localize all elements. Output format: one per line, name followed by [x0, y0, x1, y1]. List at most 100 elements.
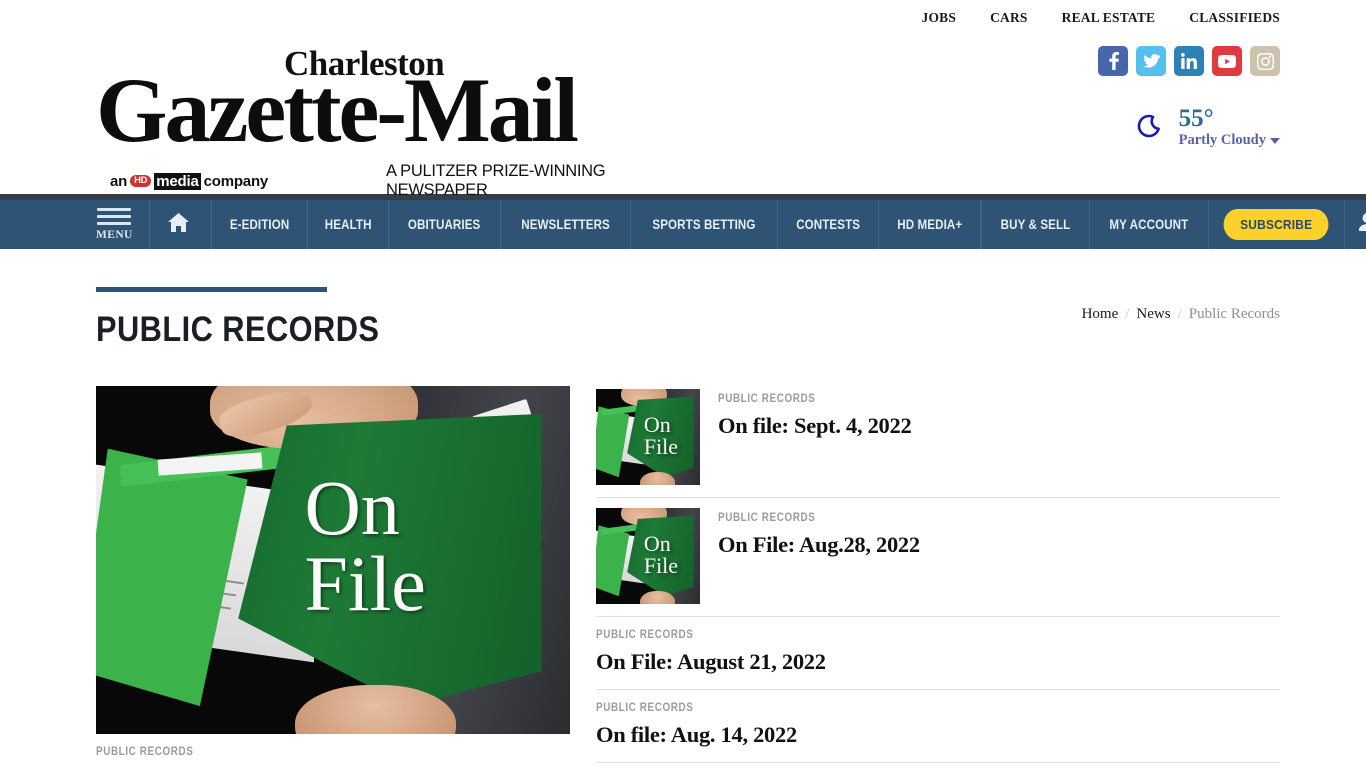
utility-link-real-estate[interactable]: REAL ESTATE [1062, 10, 1156, 26]
main-navigation: MENU E-EDITION HEALTH OBITUARIES NEWSLET… [0, 200, 1366, 249]
logo-company-word: company [203, 172, 269, 190]
page-title: PUBLIC RECORDS [96, 310, 380, 349]
utility-link-classifieds[interactable]: CLASSIFIEDS [1189, 10, 1280, 26]
nav-item-my-account[interactable]: MY ACCOUNT [1090, 200, 1210, 249]
hamburger-menu-button[interactable]: MENU [96, 200, 149, 249]
on-file-photo-thumb: On File [596, 508, 700, 604]
list-item-kicker: PUBLIC RECORDS [596, 702, 694, 714]
nav-item-health[interactable]: HEALTH [308, 200, 390, 249]
nav-label-my-account: MY ACCOUNT [1109, 217, 1189, 232]
utility-link-cars[interactable]: CARS [990, 10, 1028, 26]
moon-partly-cloudy-icon [1129, 110, 1165, 146]
page-root: JOBS CARS REAL ESTATE CLASSIFIEDS Charle… [0, 0, 1366, 768]
nav-label-newsletters: NEWSLETTERS [520, 217, 610, 232]
title-accent-bar [96, 287, 327, 292]
weather-widget[interactable]: 55° Partly Cloudy [1098, 105, 1280, 149]
list-item-title[interactable]: On File: August 21, 2022 [596, 648, 1280, 675]
list-item-kicker: PUBLIC RECORDS [718, 393, 816, 405]
logo-hdmedia: an HD media company [110, 172, 269, 190]
utility-link-jobs[interactable]: JOBS [922, 10, 957, 26]
list-item[interactable]: On File PUBLIC RECORDS On File: Aug.28, … [596, 498, 1280, 617]
site-logo[interactable]: Charleston Gazette-Mail an HD media comp… [96, 36, 696, 200]
page-heading: PUBLIC RECORDS [96, 287, 418, 350]
featured-article-image: On File [96, 386, 570, 734]
youtube-icon[interactable] [1212, 46, 1242, 76]
nav-label-contests: CONTESTS [795, 217, 860, 232]
breadcrumb-item-home[interactable]: Home [1082, 306, 1119, 323]
nav-item-newsletters[interactable]: NEWSLETTERS [501, 200, 631, 249]
featured-photo-text-line2: File [304, 539, 426, 627]
logo-media-word: media [154, 172, 201, 190]
menu-label: MENU [96, 229, 133, 241]
account-button[interactable] [1343, 200, 1366, 249]
nav-label-obituaries: OBITUARIES [408, 217, 481, 232]
nav-label-sports-betting: SPORTS BETTING [652, 217, 756, 232]
hd-badge: HD [130, 174, 152, 188]
page-heading-row: PUBLIC RECORDS Home / News / Public Reco… [96, 249, 1280, 350]
nav-label-buy-and-sell: BUY & SELL [1001, 217, 1071, 232]
weather-text: 55° Partly Cloudy [1178, 105, 1280, 149]
nav-item-obituaries[interactable]: OBITUARIES [389, 200, 501, 249]
breadcrumb-separator-1: / [1125, 306, 1130, 322]
breadcrumb-item-news[interactable]: News [1136, 306, 1170, 323]
chevron-down-icon [1270, 137, 1280, 144]
nav-right-group: BUY & SELL MY ACCOUNT SUBSCRIBE Watch Li… [981, 200, 1366, 249]
facebook-icon[interactable] [1098, 46, 1128, 76]
utility-nav: JOBS CARS REAL ESTATE CLASSIFIEDS [0, 0, 1366, 36]
list-item-kicker: PUBLIC RECORDS [718, 512, 816, 524]
subscribe-cell: SUBSCRIBE [1209, 200, 1343, 249]
featured-photo-text-line1: On [304, 463, 400, 551]
social-links [1098, 46, 1280, 76]
list-item-body: PUBLIC RECORDS On file: Aug. 14, 2022 [596, 702, 1280, 748]
user-icon [1358, 213, 1366, 236]
list-item-thumbnail: On File [596, 508, 700, 604]
on-file-photo: On File [96, 386, 570, 734]
weather-condition-label: Partly Cloudy [1178, 132, 1266, 149]
nav-item-buy-and-sell[interactable]: BUY & SELL [981, 200, 1091, 249]
thumb-photo-text-line2: File [643, 552, 679, 578]
masthead: Charleston Gazette-Mail an HD media comp… [0, 36, 1366, 199]
instagram-icon[interactable] [1250, 46, 1280, 76]
list-item-body: PUBLIC RECORDS On File: Aug.28, 2022 [718, 508, 1280, 604]
thumb-photo-text-line1: On [643, 411, 671, 437]
list-item[interactable]: PUBLIC RECORDS On File: August 21, 2022 [596, 617, 1280, 690]
subscribe-button[interactable]: SUBSCRIBE [1223, 209, 1329, 240]
list-item-title[interactable]: On file: Sept. 4, 2022 [718, 412, 1280, 439]
nav-home-button[interactable] [148, 200, 212, 249]
list-item-body: PUBLIC RECORDS On file: Sept. 4, 2022 [718, 389, 1280, 485]
list-item-title[interactable]: On file: Aug. 14, 2022 [596, 721, 1280, 748]
nav-left-group: MENU E-EDITION HEALTH OBITUARIES NEWSLET… [96, 200, 982, 249]
nav-label-hd-media-plus: HD MEDIA+ [897, 217, 963, 232]
logo-tagline: A PULITZER PRIZE-WINNING NEWSPAPER [386, 162, 606, 199]
list-item-title[interactable]: On File: Aug.28, 2022 [718, 531, 1280, 558]
weather-temperature: 55° [1178, 105, 1214, 132]
nav-item-hd-media-plus[interactable]: HD MEDIA+ [879, 200, 982, 249]
nav-label-e-edition: E-EDITION [229, 217, 290, 232]
thumb-photo-text-line1: On [643, 530, 671, 556]
article-list: On File PUBLIC RECORDS On file: Sept. 4,… [596, 386, 1280, 768]
breadcrumb-item-current: Public Records [1188, 306, 1280, 322]
logo-subline: an HD media company A PULITZER PRIZE-WIN… [96, 162, 696, 200]
hamburger-icon [97, 208, 132, 225]
nav-label-health: HEALTH [324, 217, 372, 232]
list-item-body: PUBLIC RECORDS On File: August 21, 2022 [596, 629, 1280, 675]
masthead-right: 55° Partly Cloudy [1098, 36, 1280, 149]
featured-article-kicker: PUBLIC RECORDS [96, 746, 194, 758]
nav-item-contests[interactable]: CONTESTS [778, 200, 879, 249]
nav-item-e-edition[interactable]: E-EDITION [212, 200, 308, 249]
linkedin-icon[interactable] [1174, 46, 1204, 76]
logo-an-word: an [110, 172, 128, 190]
weather-condition[interactable]: Partly Cloudy [1179, 132, 1280, 149]
featured-article[interactable]: On File PUBLIC RECORDS On file: Sept. 11… [96, 386, 570, 768]
list-item[interactable]: PUBLIC RECORDS On file: Aug. 14, 2022 [596, 690, 1280, 763]
home-icon [167, 212, 189, 237]
article-grid: On File PUBLIC RECORDS On file: Sept. 11… [96, 386, 1280, 768]
twitter-icon[interactable] [1136, 46, 1166, 76]
thumb-photo-text-line2: File [643, 433, 679, 459]
list-item[interactable]: On File PUBLIC RECORDS On file: Sept. 4,… [596, 386, 1280, 498]
logo-charleston: Charleston [284, 44, 445, 83]
nav-item-sports-betting[interactable]: SPORTS BETTING [631, 200, 778, 249]
list-item-kicker: PUBLIC RECORDS [596, 629, 694, 641]
breadcrumb: Home / News / Public Records [1082, 287, 1280, 323]
list-item-thumbnail: On File [596, 389, 700, 485]
